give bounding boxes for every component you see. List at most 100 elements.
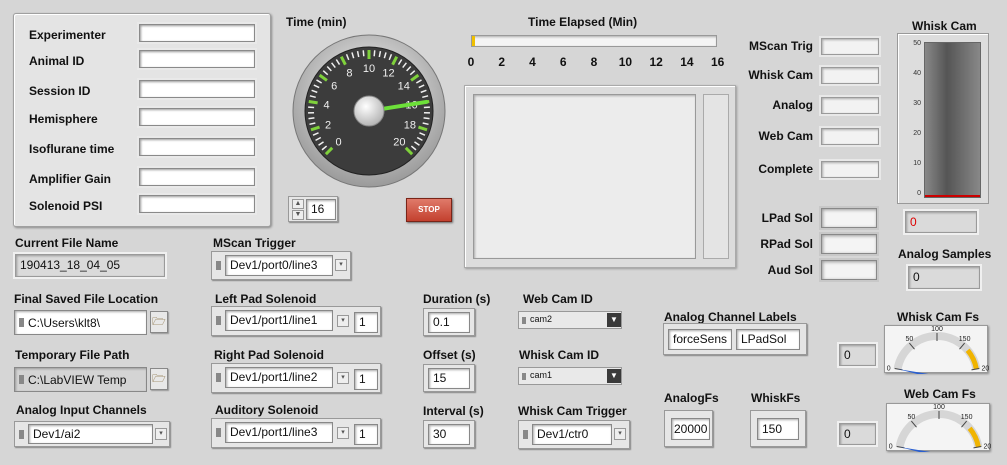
time-gauge-tick-label: 18: [404, 119, 416, 131]
web-cam-fs-gauge: 0 50 100 150 20: [886, 403, 991, 456]
offset-input[interactable]: 15: [428, 368, 470, 389]
dropdown-arrow-icon[interactable]: ▾: [335, 259, 347, 271]
increment-arrow-icon[interactable]: ▲: [292, 199, 304, 209]
interval-label: Interval (s): [423, 404, 484, 418]
left-pad-field[interactable]: Dev1/port1/line1 ▾ 1: [211, 306, 381, 336]
interval-input[interactable]: 30: [428, 424, 470, 445]
channel-browse-icon: [523, 430, 528, 439]
time-gauge-tick-label: 2: [325, 119, 331, 131]
web-cam-id-label: Web Cam ID: [523, 292, 593, 306]
session-field-input[interactable]: [139, 108, 255, 126]
time-gauge-tick-label: 10: [363, 63, 375, 75]
decrement-arrow-icon[interactable]: ▼: [292, 210, 304, 220]
time-gauge-tick-label: 4: [323, 99, 329, 111]
auditory-value[interactable]: Dev1/port1/line3: [225, 422, 333, 443]
whisk-cam-trigger-field[interactable]: Dev1/ctr0 ▾: [518, 420, 630, 449]
fs-gauge-tick-label: 0: [887, 366, 891, 373]
right-pad-field[interactable]: Dev1/port1/line2 ▾ 1: [211, 363, 381, 393]
solenoid-led-label: LPad Sol: [761, 211, 813, 225]
analog-input-channel-value[interactable]: Dev1/ai2: [28, 424, 153, 444]
time-control-value[interactable]: 16: [306, 199, 336, 220]
dropdown-arrow-icon[interactable]: ▾: [337, 372, 349, 384]
whisk-cam-meter: 50 40 30 20 10 0: [897, 33, 989, 204]
dropdown-arrow-icon[interactable]: ▾: [614, 428, 626, 440]
path-browse-icon: [19, 375, 24, 384]
fs-gauge-tick-label: 150: [961, 414, 973, 421]
current-file-label: Current File Name: [15, 236, 119, 250]
offset-label: Offset (s): [423, 348, 476, 362]
fs-gauge-needle: [899, 447, 943, 456]
whisk-cam-meter-level: [925, 195, 980, 197]
dropdown-arrow-icon[interactable]: ▾: [337, 427, 349, 439]
dropdown-arrow-icon[interactable]: ▾: [337, 315, 349, 327]
solenoid-led-button[interactable]: [821, 208, 877, 228]
fs-gauge-tick-label: 20: [983, 444, 991, 451]
auditory-number[interactable]: 1: [354, 424, 378, 445]
solenoid-led-button[interactable]: [821, 234, 877, 254]
analog-channel-labels-title: Analog Channel Labels: [664, 310, 797, 324]
elapsed-progress-bar: [471, 35, 717, 47]
right-pad-number[interactable]: 1: [354, 369, 378, 390]
session-field-input[interactable]: [139, 24, 255, 42]
time-gauge-tick: [423, 117, 430, 120]
session-field-label: Solenoid PSI: [29, 199, 103, 213]
channel-browse-icon: [522, 317, 526, 324]
session-field-label: Amplifier Gain: [29, 172, 112, 186]
duration-input[interactable]: 0.1: [428, 312, 470, 333]
analog-samples-value: 0: [908, 266, 980, 289]
auditory-field[interactable]: Dev1/port1/line3 ▾ 1: [211, 418, 381, 448]
time-gauge-tick: [308, 117, 315, 120]
display-scrollbar[interactable]: [703, 94, 729, 259]
whisk-cam-trigger-value[interactable]: Dev1/ctr0: [532, 424, 612, 445]
stop-button[interactable]: STOP: [406, 198, 452, 222]
current-file-value: 190413_18_04_05: [15, 254, 165, 277]
elapsed-scale: 0 2 4 6 8 10 12 14 16: [468, 50, 725, 72]
dropdown-arrow-icon[interactable]: ▼: [607, 313, 621, 327]
time-gauge: 02468101214161820: [289, 31, 449, 191]
analog-input-channel-field[interactable]: Dev1/ai2 ▾: [14, 421, 170, 447]
channel-browse-icon: [216, 373, 221, 382]
analog-channel-label-item[interactable]: forceSens: [668, 329, 732, 350]
time-gauge-hub: [353, 95, 385, 127]
left-pad-value[interactable]: Dev1/port1/line1: [225, 310, 333, 331]
whisk-cam-meter-track: [924, 42, 981, 198]
right-pad-value[interactable]: Dev1/port1/line2: [225, 367, 333, 388]
solenoid-led-button[interactable]: [821, 260, 877, 280]
whisk-cam-fs-title: Whisk Cam Fs: [897, 310, 980, 324]
analog-channel-label-item[interactable]: LPadSol: [736, 329, 800, 350]
whisk-cam-id-select[interactable]: cam1 ▼: [518, 367, 622, 385]
analogfs-input[interactable]: 20000: [671, 418, 710, 440]
time-gauge-tick-label: 20: [393, 136, 405, 148]
dropdown-arrow-icon[interactable]: ▾: [155, 428, 167, 440]
elapsed-tick-label: 2: [498, 55, 506, 69]
session-field-label: Experimenter: [29, 28, 106, 42]
left-pad-number[interactable]: 1: [354, 312, 378, 333]
folder-browse-icon[interactable]: 🗁: [150, 368, 168, 390]
time-control-stepper[interactable]: ▲ ▼ 16: [288, 196, 338, 222]
session-field-input[interactable]: [139, 50, 255, 68]
whisk-meter-tick-label: 20: [913, 130, 921, 137]
whisk-cam-trigger-label: Whisk Cam Trigger: [518, 404, 627, 418]
time-gauge-tick: [373, 50, 376, 57]
session-field-input[interactable]: [139, 138, 255, 156]
web-cam-id-select[interactable]: cam2 ▼: [518, 311, 622, 329]
time-gauge-tick-label: 12: [382, 68, 394, 80]
fs-gauge-needle: [897, 369, 941, 378]
dropdown-arrow-icon[interactable]: ▼: [607, 369, 621, 383]
final-location-path[interactable]: C:\Users\klt8\: [14, 310, 147, 335]
session-field-input[interactable]: [139, 195, 255, 213]
analogfs-label: AnalogFs: [664, 391, 719, 405]
temp-path-text: C:\LabVIEW Temp: [28, 373, 127, 387]
right-pad-label: Right Pad Solenoid: [214, 348, 324, 362]
whiskfs-input[interactable]: 150: [757, 418, 799, 440]
temp-path-field[interactable]: C:\LabVIEW Temp: [14, 367, 147, 392]
session-field-input[interactable]: [139, 80, 255, 98]
mscan-trigger-field[interactable]: Dev1/port0/line3 ▾: [211, 251, 351, 280]
session-field-label: Session ID: [29, 84, 91, 98]
whisk-cam-fs-value: 0: [839, 344, 876, 366]
whisk-meter-tick-label: 50: [913, 40, 921, 47]
mscan-trigger-value[interactable]: Dev1/port0/line3: [225, 255, 333, 276]
folder-browse-icon[interactable]: 🗁: [150, 311, 168, 333]
duration-label: Duration (s): [423, 292, 491, 306]
session-field-input[interactable]: [139, 168, 255, 186]
